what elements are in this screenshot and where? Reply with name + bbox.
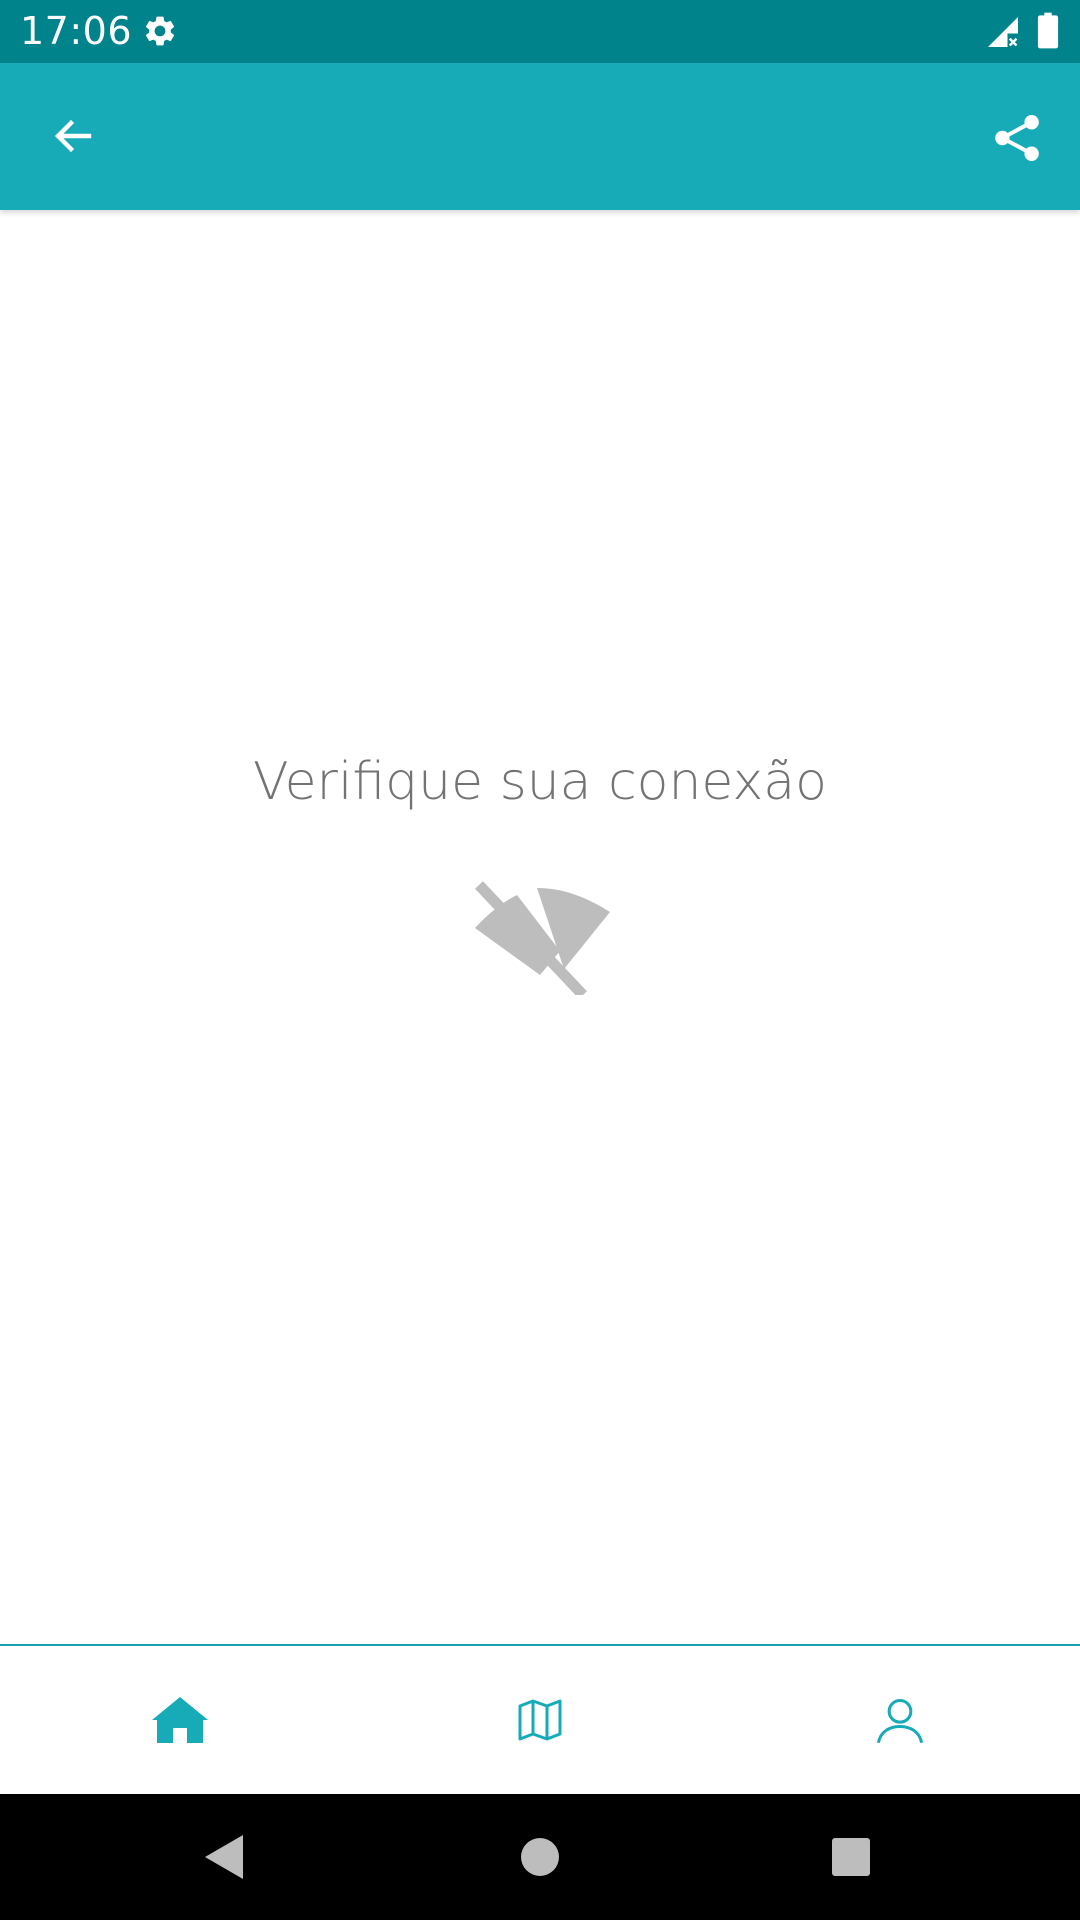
- wifi-off-icon: [475, 881, 610, 995]
- share-icon: [995, 115, 1039, 161]
- system-nav-bar: [0, 1794, 1080, 1920]
- home-circle-icon: [521, 1838, 559, 1876]
- map-icon: [518, 1699, 562, 1741]
- system-back-button[interactable]: [192, 1824, 258, 1890]
- nav-home[interactable]: [0, 1646, 360, 1794]
- share-button[interactable]: [980, 103, 1054, 173]
- battery-full-icon: [1037, 12, 1059, 49]
- arrow-left-icon: [54, 119, 92, 153]
- recents-square-icon: [832, 1838, 870, 1876]
- back-button[interactable]: [32, 105, 114, 167]
- offline-message: Verifique sua conexão: [253, 752, 827, 812]
- settings-gear-icon: [145, 16, 175, 46]
- status-time: 17:06: [20, 9, 133, 53]
- main-content: Verifique sua conexão: [0, 210, 1080, 1644]
- nav-profile[interactable]: [720, 1646, 1080, 1794]
- status-bar: 17:06: [0, 0, 1080, 63]
- system-home-button[interactable]: [507, 1824, 573, 1890]
- nav-map[interactable]: [360, 1646, 720, 1794]
- home-icon: [152, 1697, 208, 1743]
- app-bar: [0, 63, 1080, 210]
- person-icon: [876, 1698, 924, 1744]
- signal-no-data-icon: [988, 17, 1018, 47]
- bottom-nav: [0, 1644, 1080, 1794]
- screen: 17:06 Verifique sua conexão: [0, 0, 1080, 1920]
- system-recents-button[interactable]: [818, 1824, 884, 1890]
- back-triangle-icon: [205, 1835, 243, 1879]
